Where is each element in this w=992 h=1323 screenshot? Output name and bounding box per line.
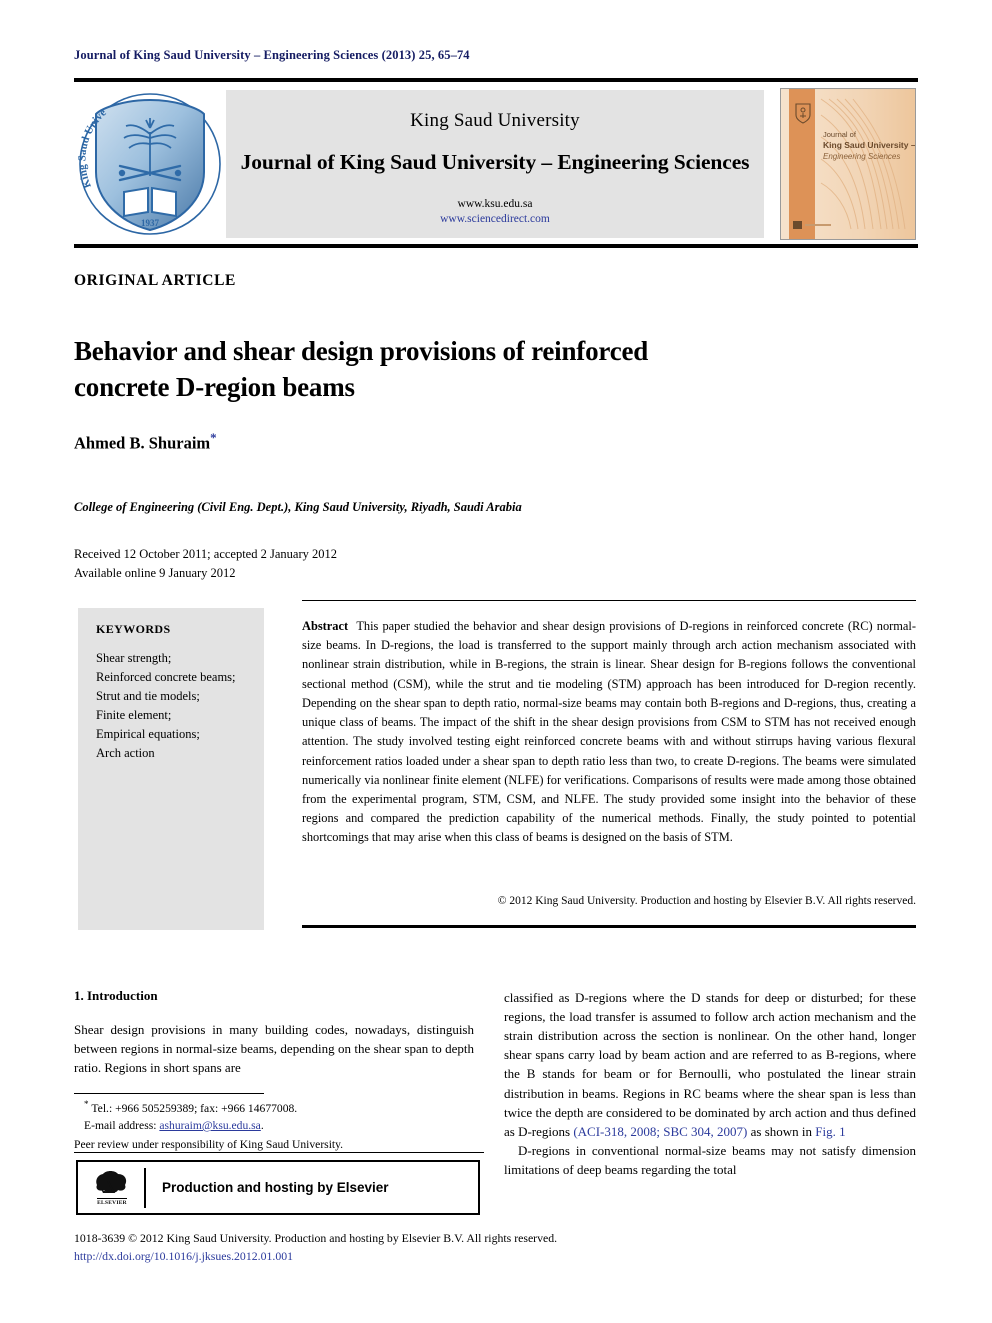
footnote-star-marker: * (84, 1099, 89, 1109)
intro-right-text-a: classified as D-regions where the D stan… (504, 990, 916, 1139)
svg-text:King Saud University –: King Saud University – (823, 140, 915, 150)
article-type-label: ORIGINAL ARTICLE (74, 272, 236, 289)
keyword-item: Finite element; (96, 708, 172, 722)
svg-text:1937: 1937 (141, 218, 160, 228)
footnote-rule-2 (74, 1152, 484, 1153)
intro-paragraph-left: Shear design provisions in many building… (74, 1022, 474, 1076)
running-head: Journal of King Saud University – Engine… (74, 48, 470, 62)
elsevier-wordmark: ELSEVIER (97, 1198, 127, 1206)
footnote-peer-review: Peer review under responsibility of King… (74, 1138, 344, 1152)
page-title: Behavior and shear design provisions of … (74, 336, 649, 402)
elsevier-tree-icon (96, 1171, 127, 1194)
page-footer: 1018-3639 © 2012 King Saud University. P… (74, 1230, 774, 1265)
author-note-marker[interactable]: * (210, 430, 217, 445)
citation-link-aci-sbc[interactable]: (ACI-318, 2008; SBC 304, 2007) (573, 1124, 747, 1139)
ksu-url[interactable]: www.ksu.edu.sa (226, 197, 764, 212)
footnote-rule (74, 1093, 264, 1094)
author-name: Ahmed B. Shuraim* (74, 430, 217, 454)
journal-urls: www.ksu.edu.sa www.sciencedirect.com (226, 197, 764, 227)
intro-right-text-b: as shown in (747, 1123, 816, 1139)
keyword-item: Strut and tie models; (96, 689, 200, 703)
intro-paragraph-right-2: D-regions in conventional normal-size be… (504, 1142, 916, 1177)
footnote-block: * Tel.: +966 505259389; fax: +966 146770… (74, 1098, 484, 1153)
journal-name: Journal of King Saud University – Engine… (240, 150, 750, 174)
keyword-item: Reinforced concrete beams; (96, 670, 236, 684)
sciencedirect-url[interactable]: www.sciencedirect.com (226, 212, 764, 227)
journal-masthead: King Saud University 1937 King Saud Univ… (73, 79, 918, 240)
journal-title-panel: King Saud University Journal of King Sau… (226, 90, 764, 238)
available-online-date: Available online 9 January 2012 (74, 566, 236, 581)
abstract-body: This paper studied the behavior and shea… (302, 619, 916, 845)
ksu-logo: King Saud University 1937 (73, 79, 224, 240)
keywords-heading: KEYWORDS (96, 622, 171, 636)
intro-paragraph-right: classified as D-regions where the D stan… (504, 988, 916, 1141)
footer-issn-line: 1018-3639 © 2012 King Saud University. P… (74, 1231, 558, 1245)
keywords-panel: KEYWORDS Shear strength; Reinforced conc… (78, 608, 264, 930)
elsevier-production-box: ELSEVIER Production and hosting by Elsev… (76, 1160, 480, 1215)
abstract-text: Abstract This paper studied the behavior… (302, 617, 916, 848)
affiliation: College of Engineering (Civil Eng. Dept.… (74, 500, 522, 514)
abstract-top-rule (302, 600, 916, 601)
masthead-bottom-rule (74, 244, 918, 248)
footnote-email-link[interactable]: ashuraim@ksu.edu.sa (159, 1119, 260, 1132)
footnote-tel: * Tel.: +966 505259389; fax: +966 146770… (74, 1098, 484, 1117)
section-heading-introduction: 1. Introduction (74, 988, 158, 1003)
footer-doi-link[interactable]: http://dx.doi.org/10.1016/j.jksues.2012.… (74, 1248, 774, 1266)
footnote-tel-text: Tel.: +966 505259389; fax: +966 14677008… (91, 1101, 298, 1115)
keyword-item: Empirical equations; (96, 727, 200, 741)
svg-text:Journal of: Journal of (823, 130, 857, 139)
top-rule (74, 78, 918, 82)
keywords-list: Shear strength; Reinforced concrete beam… (96, 649, 264, 763)
keyword-item: Arch action (96, 746, 155, 760)
footnote-email: E-mail address: ashuraim@ksu.edu.sa. (84, 1119, 264, 1133)
university-name: King Saud University (410, 110, 580, 131)
figure-link-fig1[interactable]: Fig. 1 (815, 1124, 845, 1139)
abstract-bottom-rule (302, 925, 916, 928)
received-date: Received 12 October 2011; accepted 2 Jan… (74, 547, 337, 561)
author-label: Ahmed B. Shuraim (74, 433, 211, 453)
elsevier-logo: ELSEVIER (78, 1162, 140, 1213)
journal-cover-thumbnail: Journal of King Saud University – Engine… (780, 88, 916, 240)
article-dates: Received 12 October 2011; accepted 2 Jan… (74, 545, 337, 584)
footnote-email-label: E-mail address: (84, 1119, 157, 1133)
abstract-label: Abstract (302, 619, 349, 633)
svg-text:Engineering Sciences: Engineering Sciences (823, 152, 900, 161)
abstract-copyright: © 2012 King Saud University. Production … (497, 895, 916, 907)
paper-page: Journal of King Saud University – Engine… (0, 0, 992, 1323)
body-column-left: 1. Introduction Shear design provisions … (74, 988, 474, 1077)
elsevier-label: Production and hosting by Elsevier (162, 1180, 389, 1195)
body-column-right: classified as D-regions where the D stan… (504, 988, 916, 1179)
elsevier-divider (144, 1167, 146, 1208)
keyword-item: Shear strength; (96, 651, 172, 665)
